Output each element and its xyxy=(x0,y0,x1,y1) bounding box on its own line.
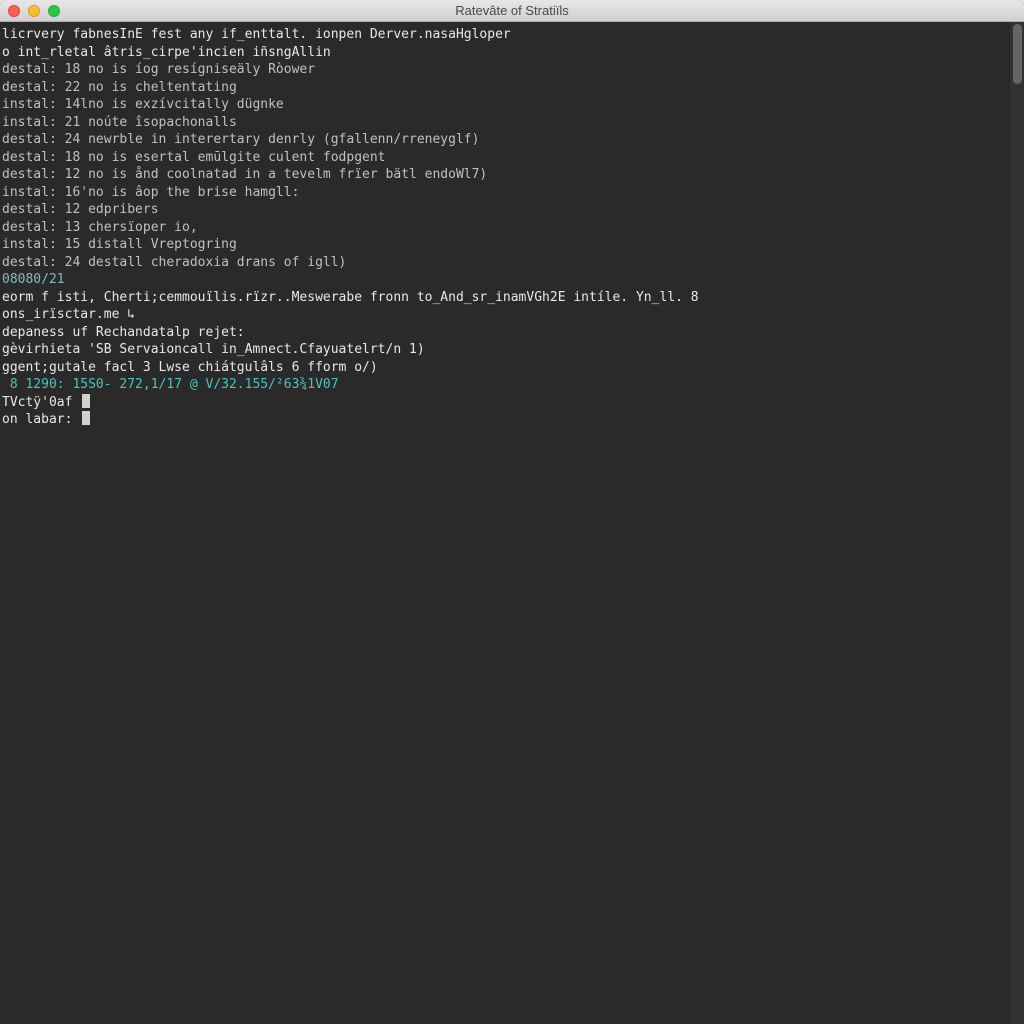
terminal-line: ggent;gutale facl 3 Lwse chiátgulâls 6 f… xyxy=(2,359,1022,377)
terminal-line: destal: 22 no is cheltentating xyxy=(2,79,1022,97)
scrollbar-thumb[interactable] xyxy=(1013,24,1022,84)
terminal-line: instal: 14lno is exzívcitally dügnke xyxy=(2,96,1022,114)
close-icon[interactable] xyxy=(8,5,20,17)
terminal-line: destal: 24 newrble in interertary denrly… xyxy=(2,131,1022,149)
terminal-line: depaness uf Rechandatalp rejet: xyxy=(2,324,1022,342)
zoom-icon[interactable] xyxy=(48,5,60,17)
terminal-line: gèvirhieta 'SB Servaioncall in_Amnect.Cf… xyxy=(2,341,1022,359)
minimize-icon[interactable] xyxy=(28,5,40,17)
terminal-window: Ratevâte of Stratiïls licrvery fabnesInE… xyxy=(0,0,1024,1024)
terminal-line: destal: 12 no is ånd coolnatad in a teve… xyxy=(2,166,1022,184)
terminal-line: destal: 18 no is íog resígniseäly Ròower xyxy=(2,61,1022,79)
terminal-line: destal: 18 no is esertal emūlgite culent… xyxy=(2,149,1022,167)
terminal-line: o int_rletal âtris_cirpe'incien iñsngAll… xyxy=(2,44,1022,62)
window-controls xyxy=(8,5,60,17)
terminal-line: destal: 13 chersïoper io, xyxy=(2,219,1022,237)
cursor-icon xyxy=(82,411,90,425)
terminal-line: 08080/21 xyxy=(2,271,1022,289)
cursor-icon xyxy=(82,394,90,408)
terminal-line: ons_irïsctar.me ↳ xyxy=(2,306,1022,324)
terminal-line: 8 1290: 15S0- 272,1/17 @ V/32.155/²63¾1V… xyxy=(2,376,1022,394)
titlebar[interactable]: Ratevâte of Stratiïls xyxy=(0,0,1024,22)
terminal-line: instal: 21 noúte îsopachonalls xyxy=(2,114,1022,132)
terminal-output[interactable]: licrvery fabnesInE fest any if_enttalt. … xyxy=(0,22,1024,1024)
terminal-line: eorm f isti, Cherti;cemmouïlis.rïzr..Mes… xyxy=(2,289,1022,307)
window-title: Ratevâte of Stratiïls xyxy=(0,3,1024,18)
terminal-line: destal: 24 destall cheradoxia drans of i… xyxy=(2,254,1022,272)
terminal-line: TVctÿ'0af xyxy=(2,394,1022,412)
terminal-line: destal: 12 edpribers xyxy=(2,201,1022,219)
terminal-line: on labar: xyxy=(2,411,1022,429)
terminal-line: instal: 15 distall Vreptogring xyxy=(2,236,1022,254)
terminal-line: licrvery fabnesInE fest any if_enttalt. … xyxy=(2,26,1022,44)
terminal-line: instal: 16'no is âop the brise hamgll: xyxy=(2,184,1022,202)
scrollbar[interactable] xyxy=(1009,22,1024,1024)
